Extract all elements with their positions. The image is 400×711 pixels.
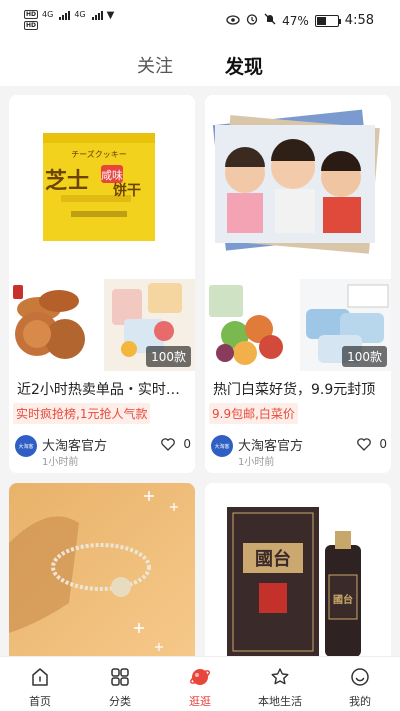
- nav-local-life[interactable]: 本地生活: [240, 657, 320, 711]
- cookie-box-type: 饼干: [113, 182, 141, 199]
- tab-follow[interactable]: 关注: [137, 52, 173, 78]
- pastry-thumbnail: [9, 279, 100, 371]
- nav-profile[interactable]: 我的: [320, 657, 400, 711]
- category-grid-icon: [108, 665, 132, 689]
- nav-category-label: 分类: [109, 695, 131, 708]
- liquor-box-brand: 國台: [255, 548, 291, 570]
- battery-icon: [314, 14, 341, 27]
- nav-browse-label: 逛逛: [189, 695, 211, 708]
- dried-veggie-snack-thumbnail: [205, 279, 296, 371]
- card-hero-image: [205, 95, 391, 275]
- avatar[interactable]: 大淘客: [211, 435, 233, 457]
- post-time: 1小时前: [238, 457, 275, 468]
- author-name[interactable]: 大淘客官方: [42, 435, 107, 454]
- product-count-badge: 100款: [342, 346, 387, 367]
- signal-icon: [91, 10, 103, 20]
- card-hero-image: チーズクッキー 芝士 咸味 饼干: [9, 95, 195, 275]
- feed-card[interactable]: チーズクッキー 芝士 咸味 饼干 100款 近2小时热卖单品・实时爆款 实时疯抢…: [9, 95, 195, 473]
- star-icon: [268, 665, 292, 689]
- product-count-badge: 100款: [146, 346, 191, 367]
- nav-home[interactable]: 首页: [0, 657, 80, 711]
- network-type-label: 4G: [74, 10, 86, 19]
- author-name[interactable]: 大淘客官方: [238, 435, 303, 454]
- hd-badge: HD: [24, 10, 39, 19]
- network-type-label: 4G: [42, 10, 54, 19]
- eye-icon: [226, 14, 240, 28]
- signal-icon: [59, 10, 71, 20]
- like-button[interactable]: 0: [161, 437, 191, 451]
- card-author: 大淘客 大淘客官方 1小时前 0: [15, 433, 191, 468]
- hd-badge: HD: [24, 21, 39, 30]
- liquor-bottle-label: 國台: [333, 593, 353, 606]
- network-indicators: HD HD 4G 4G ▼: [24, 10, 114, 30]
- planet-icon: [188, 665, 212, 689]
- nav-home-label: 首页: [29, 695, 51, 708]
- post-time: 1小时前: [42, 457, 79, 468]
- wifi-icon: ▼: [106, 10, 115, 21]
- heart-icon: [357, 437, 372, 451]
- guotai-liquor-image: 國台 國台: [205, 483, 391, 656]
- discover-feed[interactable]: チーズクッキー 芝士 咸味 饼干 100款 近2小时热卖单品・实时爆款 实时疯抢…: [0, 86, 400, 656]
- card-thumbnails: 100款: [9, 279, 195, 371]
- card-author: 大淘客 大淘客官方 1小时前 0: [211, 433, 387, 468]
- card-tag: 9.9包邮,白菜价: [209, 403, 298, 424]
- tab-discover[interactable]: 发现: [225, 52, 263, 79]
- feed-card[interactable]: 國台 國台: [205, 483, 391, 656]
- battery-level: [316, 16, 326, 25]
- battery-percent: 47%: [282, 13, 309, 28]
- nav-profile-label: 我的: [349, 695, 371, 708]
- snack-mix-thumbnail: 100款: [104, 279, 195, 371]
- card-tag: 实时疯抢榜,1元抢人气款: [13, 403, 151, 424]
- kids-photo-collage-image: [205, 95, 391, 275]
- cookie-box-name: 芝士: [45, 168, 89, 194]
- cheese-cookie-box-image: チーズクッキー 芝士 咸味 饼干: [9, 95, 195, 275]
- cookie-box-subtitle: チーズクッキー: [71, 149, 127, 159]
- face-mask-thumbnail: 100款: [300, 279, 391, 371]
- alarm-icon: [246, 13, 258, 28]
- clock: 4:58: [344, 13, 374, 28]
- home-icon: [28, 665, 52, 689]
- nav-local-life-label: 本地生活: [258, 695, 302, 708]
- status-bar: HD HD 4G 4G ▼ 47% 4:58: [0, 0, 400, 44]
- nav-category[interactable]: 分类: [80, 657, 160, 711]
- cookie-box-flavor: 咸味: [101, 169, 123, 182]
- feed-card[interactable]: 100款 热门白菜好货，9.9元封顶 9.9包邮,白菜价 大淘客 大淘客官方 1…: [205, 95, 391, 473]
- feed-card[interactable]: [9, 483, 195, 656]
- smiley-face-icon: [348, 665, 372, 689]
- like-count: 0: [183, 437, 191, 451]
- top-tabs: 关注 发现: [0, 44, 400, 86]
- gold-bracelet-image: [9, 483, 195, 656]
- card-title[interactable]: 热门白菜好货，9.9元封顶: [213, 379, 385, 399]
- avatar[interactable]: 大淘客: [15, 435, 37, 457]
- nav-browse[interactable]: 逛逛: [160, 657, 240, 711]
- mute-bell-icon: [264, 13, 276, 28]
- like-count: 0: [379, 437, 387, 451]
- like-button[interactable]: 0: [357, 437, 387, 451]
- bottom-navigation: 首页 分类 逛逛 本地生活 我的: [0, 656, 400, 711]
- card-thumbnails: 100款: [205, 279, 391, 371]
- card-title[interactable]: 近2小时热卖单品・实时爆款: [17, 379, 189, 399]
- heart-icon: [161, 437, 176, 451]
